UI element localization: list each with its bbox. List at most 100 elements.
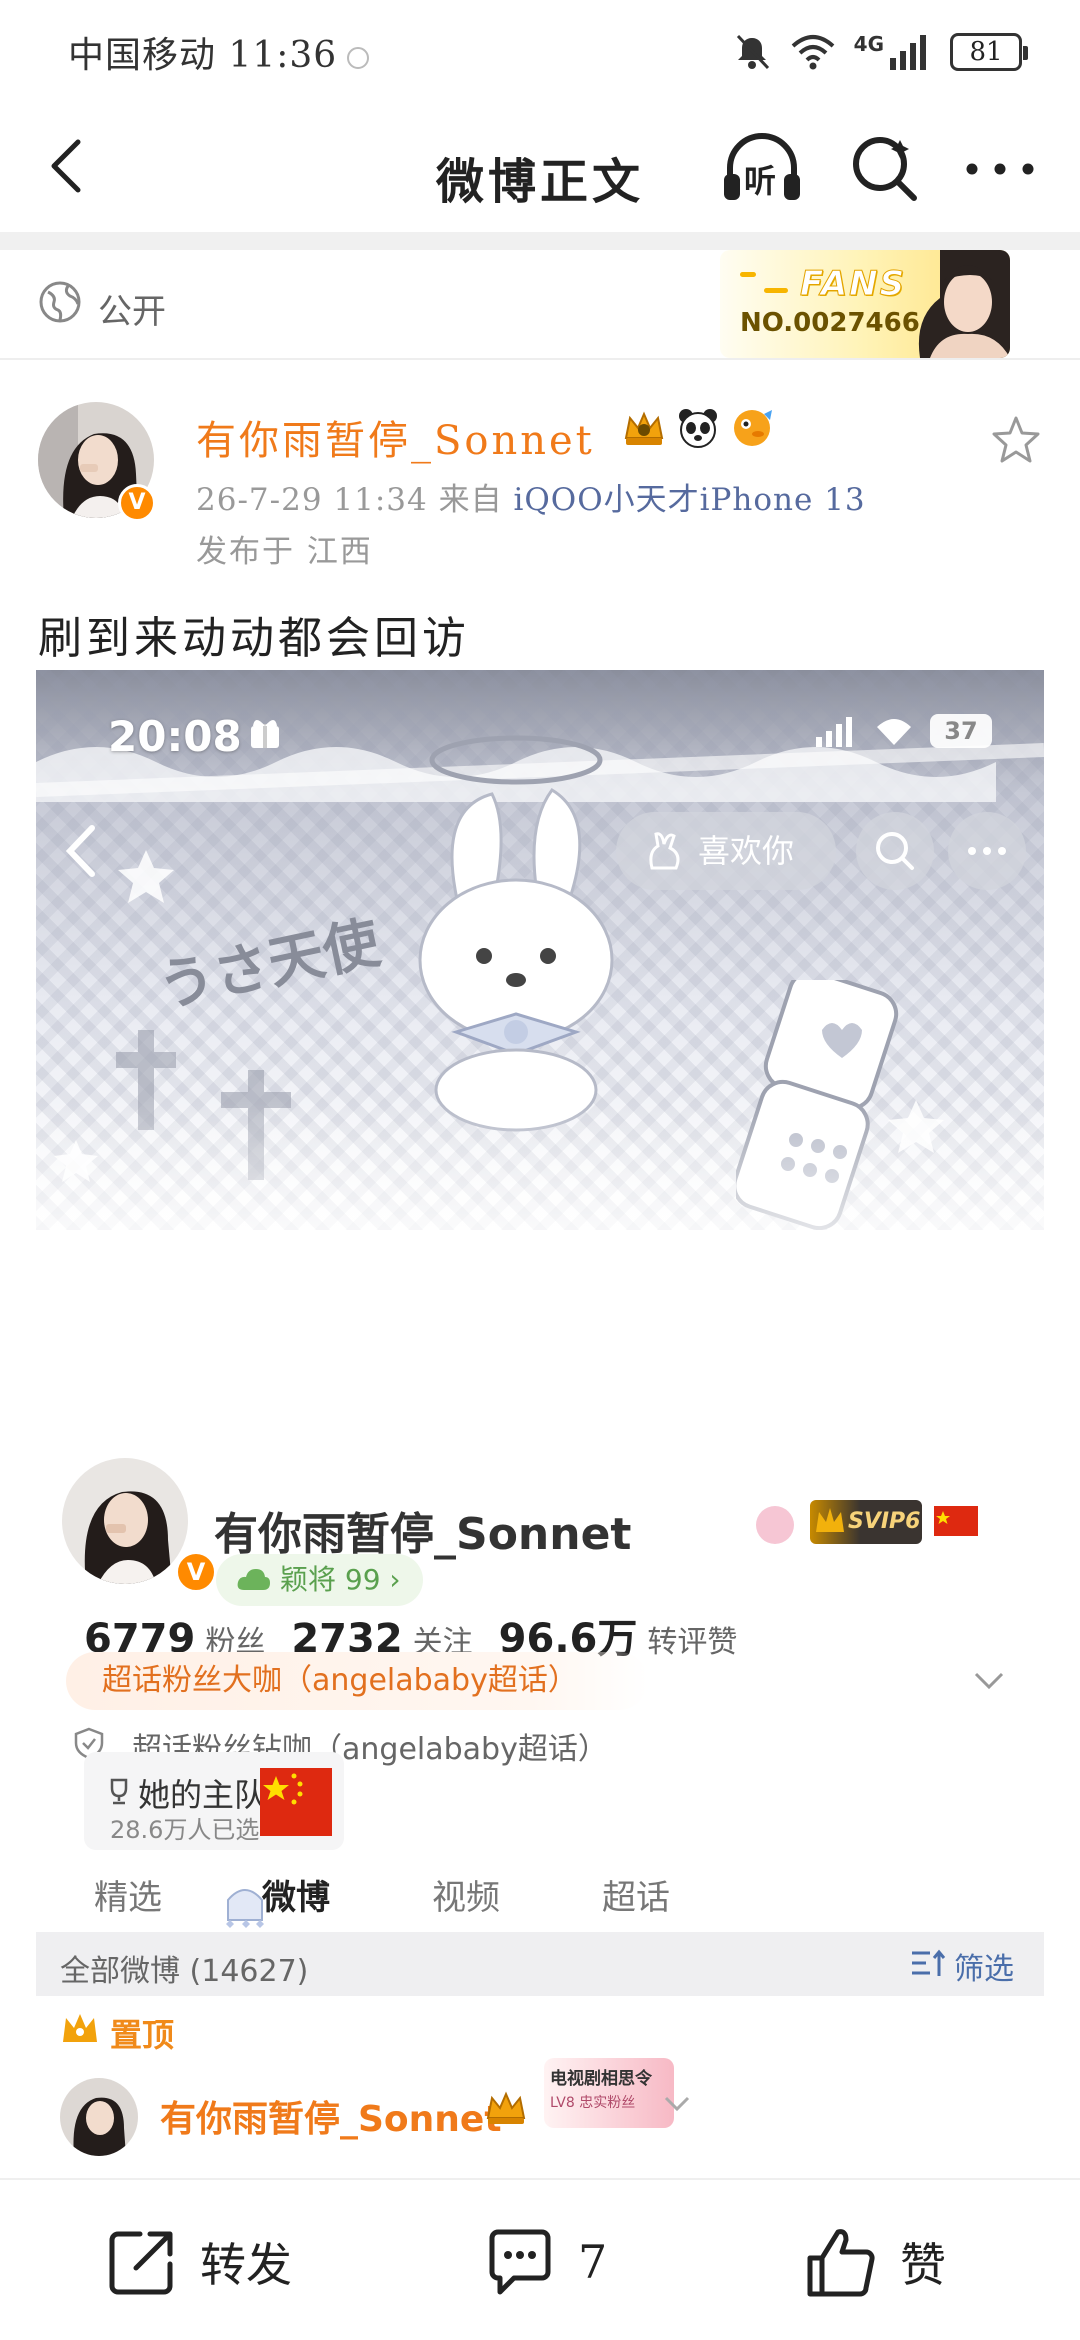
screenshot-back-icon (65, 825, 95, 877)
weibo-list-title: 全部微博 (14627) (60, 1954, 309, 1989)
svip-label: SVIP6 (848, 1509, 921, 1534)
china-flag-icon (260, 1768, 332, 1836)
cloud-icon (237, 1569, 270, 1590)
profile-tabs: 精选 微博 视频 超话 (36, 1870, 1044, 1932)
gift-icon (251, 720, 279, 748)
more-icon[interactable] (962, 144, 1038, 194)
bottom-action-bar: 转发 7 赞 (0, 2178, 1080, 2340)
profile-avatar-image (62, 1458, 188, 1584)
globe-icon (39, 281, 81, 323)
pinned-crown-icon (63, 2014, 97, 2042)
author-badges (622, 406, 774, 450)
team-card: 她的主队 28.6万人已选 (84, 1752, 344, 1850)
status-indicator-icon (347, 47, 370, 69)
screenshot-search-button (856, 812, 934, 890)
screenshot-status-icons: 37 (814, 714, 992, 748)
visibility-label: 公开 (98, 292, 166, 332)
tab-supertopic: 超话 (602, 1878, 670, 1918)
screenshot-more-button (948, 812, 1026, 890)
post-time: 26-7-29 11:34 来自 (196, 482, 514, 518)
section-divider (0, 232, 1080, 250)
visibility-row: 公开 FANS NO.0027466 (0, 250, 1080, 360)
filter-icon (912, 1949, 946, 1976)
inner-post-author: 有你雨暂停_Sonnet (160, 2099, 502, 2140)
supertopic-tag: 超话粉丝大咖（angelababy超话） (66, 1652, 648, 1710)
inner-avatar-image (60, 2078, 138, 2156)
network-type: 4G (853, 32, 884, 56)
comment-count: 7 (578, 2235, 608, 2289)
post-source-brand: iQOO (513, 482, 604, 518)
filter-label: 筛选 (954, 1952, 1014, 1987)
repost-button[interactable]: 转发 (104, 2224, 292, 2300)
status-bar: 中国移动 11:36 4G 81 (0, 0, 1080, 104)
signal-icon (890, 35, 926, 70)
post-source-device: 小天才iPhone 13 (603, 482, 866, 518)
post-image[interactable]: うさ天使 20:08 37 喜欢你 V 有你雨暂停_Sonnet SVIP6 颖… (36, 670, 1044, 2176)
tab-featured: 精选 (94, 1878, 162, 1918)
status-time: 中国移动 11:36 (68, 35, 338, 76)
like-label: 赞 (900, 2238, 946, 2292)
screenshot-like-pill: 喜欢你 (616, 812, 836, 890)
china-flag-icon (934, 1506, 978, 1536)
thumbs-up-icon (807, 2229, 875, 2297)
fans-dash-decoration (740, 272, 756, 277)
fans-dash-decoration (764, 288, 788, 293)
listen-label: 听 (744, 162, 777, 200)
tab-video: 视频 (432, 1878, 500, 1918)
tv-badge-level: LV8 忠实粉丝 (550, 2095, 636, 2111)
fans-card-number: NO.0027466 (740, 308, 920, 338)
pinned-label-text: 置顶 (110, 2016, 175, 2054)
star-favorite-icon[interactable] (990, 414, 1042, 466)
screenshot-verified-badge-icon: V (174, 1550, 218, 1594)
screenshot-search-icon (876, 832, 914, 870)
fan-level-chevron-icon: › (380, 1563, 401, 1596)
inner-post-avatar (60, 2078, 138, 2156)
nav-bar: 微博正文 听 (0, 104, 1080, 230)
inner-chevron-down-icon (664, 2096, 690, 2112)
team-title-label: 她的主队 (138, 1776, 267, 1814)
inner-crown-badge-icon (486, 2091, 526, 2124)
tab-cake-decoration-icon (226, 1889, 264, 1928)
tv-badge-title: 电视剧相思令 (550, 2069, 652, 2089)
supertopic-tag-row: 超话粉丝大咖（angelababy超话） (66, 1652, 1006, 1712)
listen-button[interactable]: 听 (720, 126, 804, 210)
fans-card-portrait (918, 250, 1010, 358)
screenshot-signal-icon (816, 717, 852, 747)
fans-card[interactable]: FANS NO.0027466 (720, 250, 1010, 358)
fish-badge-icon[interactable] (730, 406, 774, 450)
post-meta: 26-7-29 11:34 来自 iQOO小天才iPhone 13 (196, 474, 866, 519)
search-icon[interactable] (846, 130, 922, 206)
fan-level-pill: 颖将 99 › (216, 1554, 423, 1606)
magnifier-badge-icon (756, 1506, 794, 1544)
screenshot-more-icon (968, 847, 1006, 855)
verified-badge-icon: V (118, 484, 156, 522)
fans-card-title: FANS (799, 264, 907, 305)
mute-bell-icon (736, 34, 769, 70)
author-name[interactable]: 有你雨暂停_Sonnet (196, 408, 595, 466)
repost-label: 转发 (200, 2238, 292, 2292)
tab-weibo: 微博 (262, 1878, 330, 1918)
status-icons: 4G 81 (732, 30, 1028, 74)
trophy-icon (110, 1778, 128, 1805)
pinned-label: 置顶 (60, 2010, 174, 2056)
screenshot-battery: 37 (930, 714, 992, 748)
comment-icon (489, 2229, 551, 2295)
filter-button: 筛选 (910, 1944, 1014, 1988)
crown-badge-icon[interactable] (622, 406, 666, 450)
like-button[interactable]: 赞 (804, 2224, 946, 2300)
team-count: 28.6万人已选 (110, 1816, 260, 1844)
post-location: 发布于 江西 (196, 534, 373, 570)
comment-button[interactable]: 7 (482, 2224, 607, 2300)
post-text: 刷到来动动都会回访 (38, 613, 470, 664)
svip-badge: SVIP6 (810, 1500, 922, 1544)
panda-badge-icon[interactable] (676, 406, 720, 450)
svip-crown-icon (816, 1508, 844, 1532)
screenshot-wifi-icon (877, 719, 911, 745)
screenshot-time: 20:08 (108, 712, 242, 761)
weibo-list-header: 全部微博 (14627) 筛选 (36, 1932, 1044, 1996)
wifi-icon (791, 35, 834, 70)
fan-level-label: 颖将 99 (280, 1563, 381, 1596)
bunny-hand-icon (649, 832, 680, 870)
post-source-link[interactable]: iQOO小天才iPhone 13 (513, 482, 865, 518)
screenshot-profile-name: 有你雨暂停_Sonnet (214, 1509, 632, 1560)
